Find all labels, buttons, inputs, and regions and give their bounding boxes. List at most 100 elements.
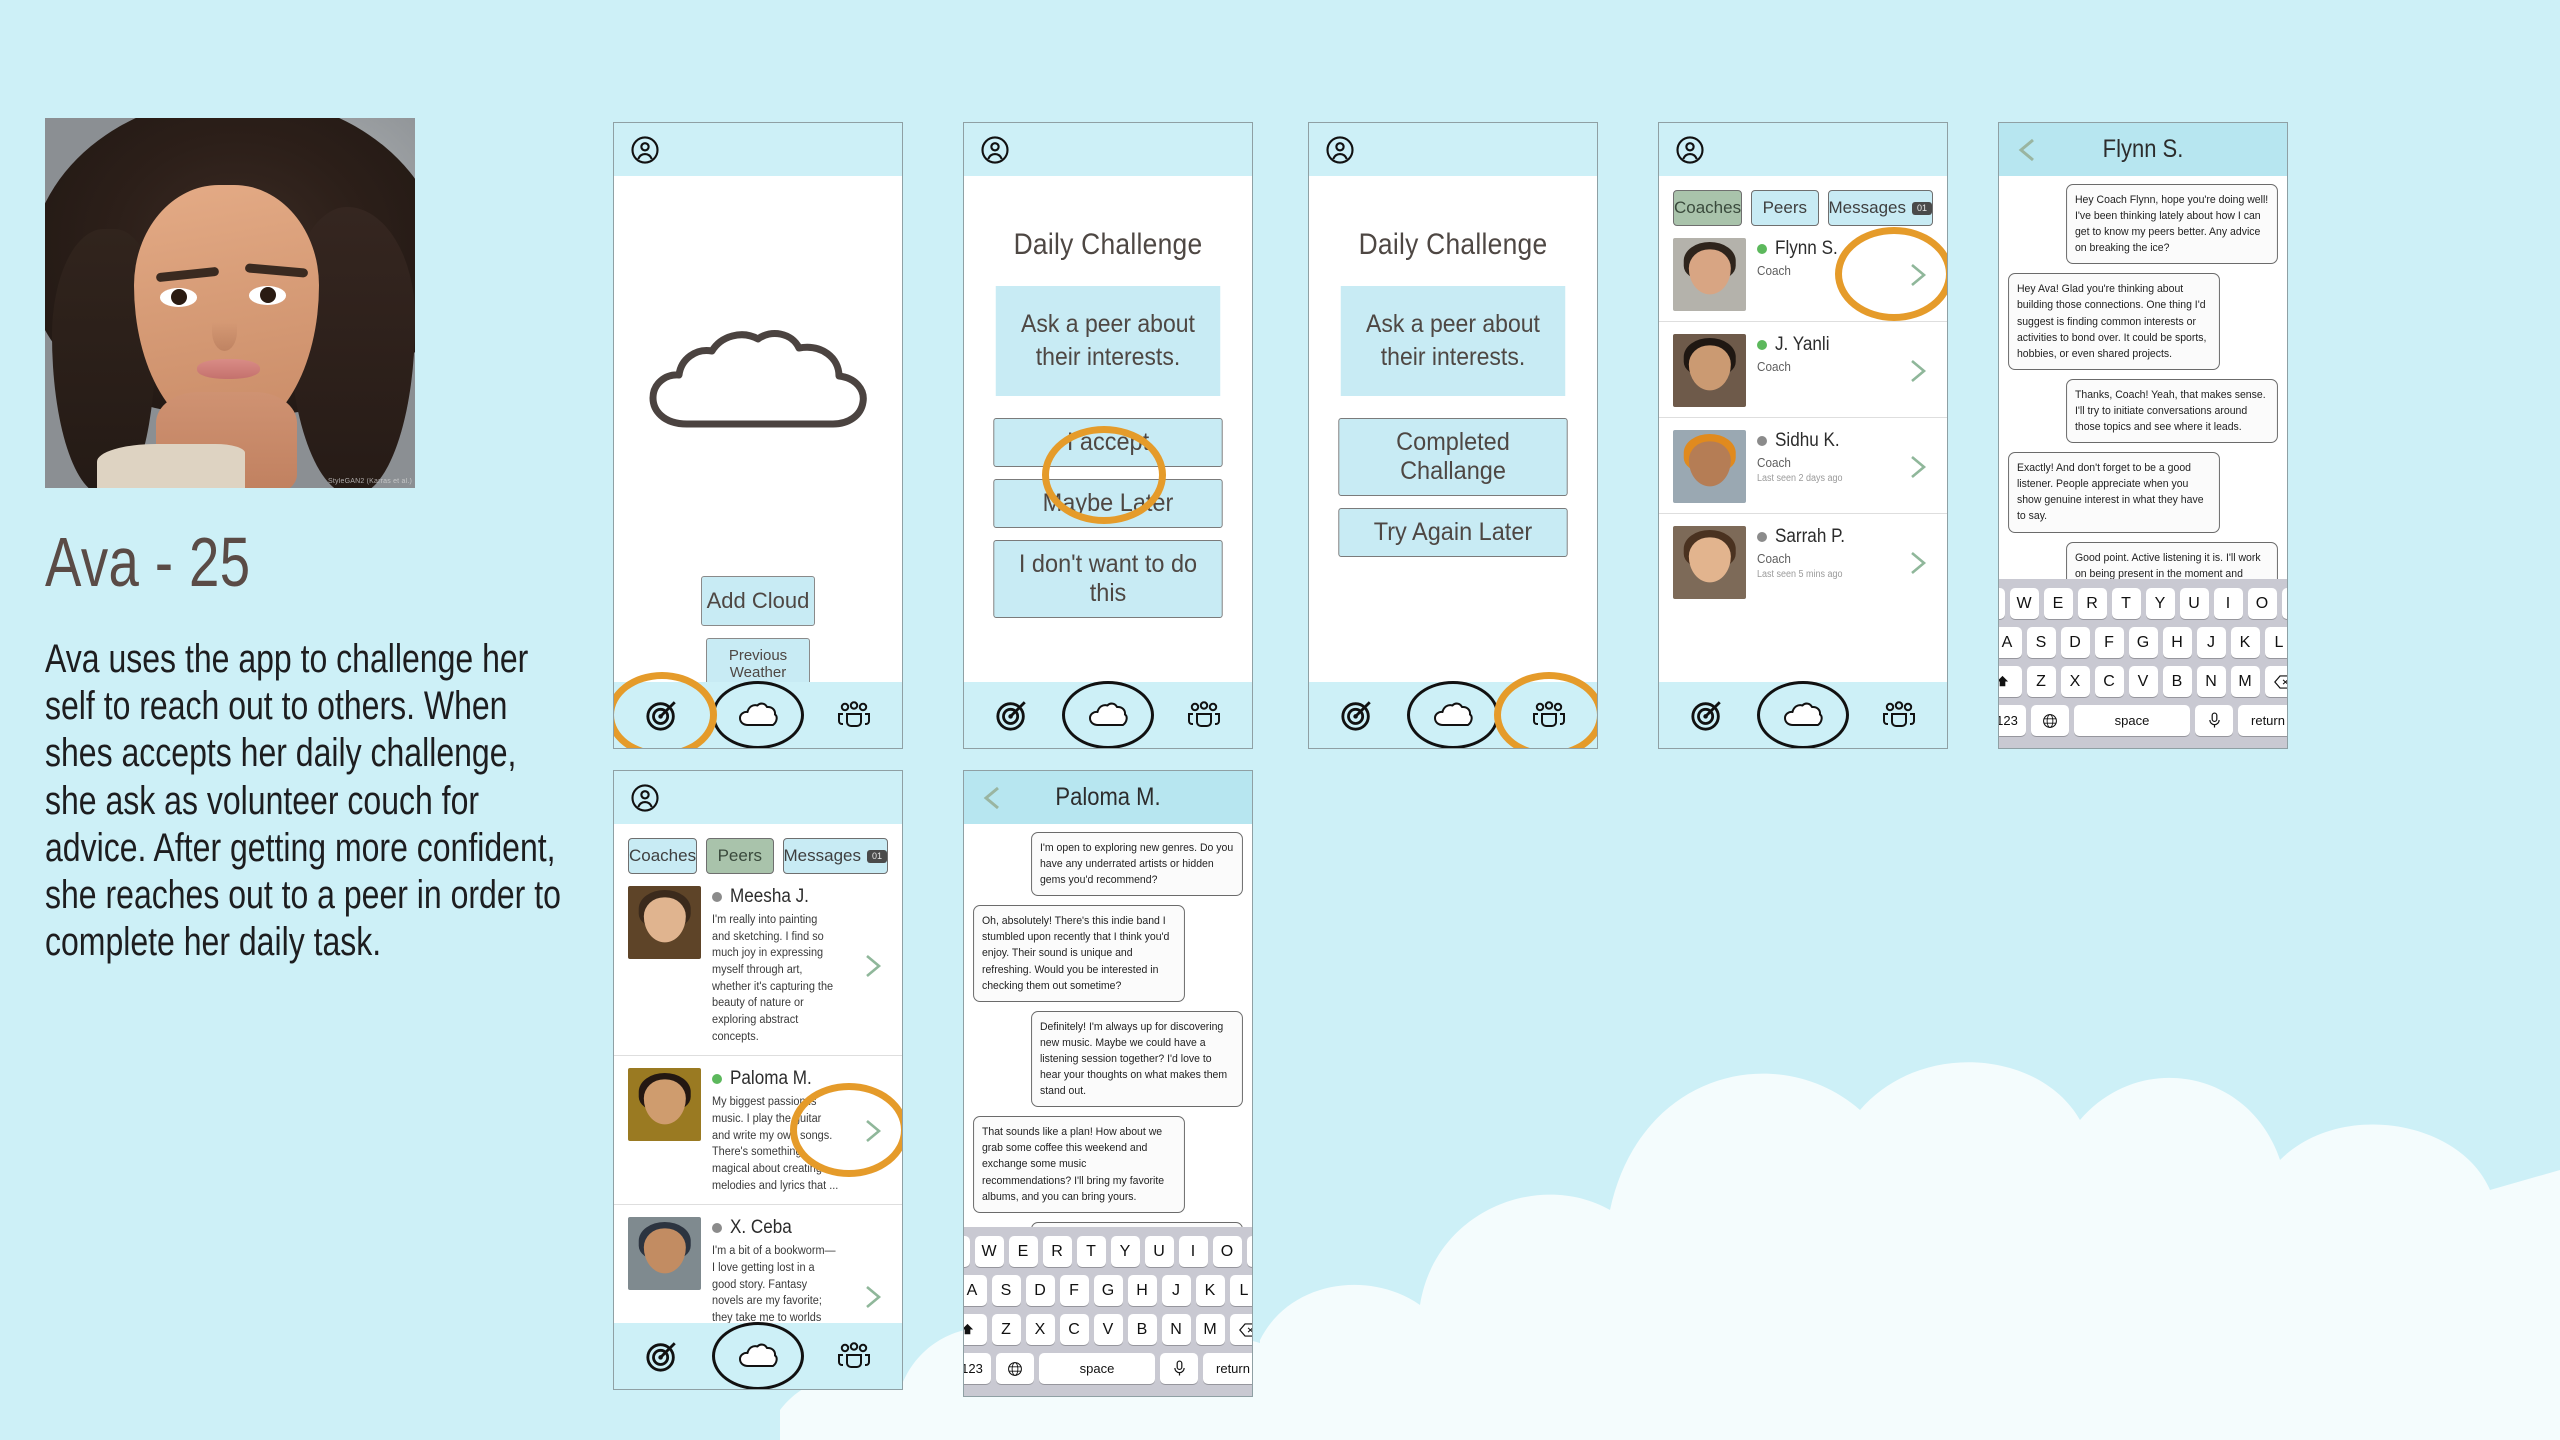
tab-messages[interactable]: Messages 01 bbox=[1827, 190, 1933, 226]
list-item[interactable]: X. Ceba I'm a bit of a bookworm—I love g… bbox=[614, 1204, 902, 1323]
nav-challenge[interactable] bbox=[640, 1334, 684, 1378]
nav-weather[interactable] bbox=[712, 1322, 804, 1389]
chevron-left-icon[interactable] bbox=[2013, 135, 2041, 165]
nav-community[interactable] bbox=[1877, 693, 1921, 737]
nav-weather[interactable] bbox=[1062, 681, 1154, 748]
shift-up-icon[interactable] bbox=[964, 1314, 987, 1345]
key-R[interactable]: R bbox=[1042, 1236, 1072, 1267]
nav-community[interactable] bbox=[1182, 693, 1226, 737]
key-P[interactable]: P bbox=[1246, 1236, 1252, 1267]
key-H[interactable]: H bbox=[2162, 627, 2192, 658]
key-V[interactable]: V bbox=[2128, 666, 2158, 697]
key-E[interactable]: E bbox=[1008, 1236, 1038, 1267]
key-I[interactable]: I bbox=[1178, 1236, 1208, 1267]
tab-peers[interactable]: Peers bbox=[706, 838, 774, 874]
microphone-icon[interactable] bbox=[2195, 705, 2233, 736]
chevron-right-icon[interactable] bbox=[856, 1282, 890, 1312]
tab-peers[interactable]: Peers bbox=[1751, 190, 1819, 226]
key-A[interactable]: A bbox=[964, 1275, 987, 1306]
key-N[interactable]: N bbox=[1161, 1314, 1191, 1345]
key-M[interactable]: M bbox=[2230, 666, 2260, 697]
globe-icon[interactable] bbox=[2031, 705, 2069, 736]
completed-challenge-button[interactable]: Completed Challange bbox=[1338, 418, 1568, 496]
backspace-icon[interactable] bbox=[2264, 666, 2287, 697]
key-N[interactable]: N bbox=[2196, 666, 2226, 697]
key-V[interactable]: V bbox=[1093, 1314, 1123, 1345]
key-C[interactable]: C bbox=[2094, 666, 2124, 697]
table-row[interactable]: Sarrah P. Coach Last seen 5 mins ago bbox=[1659, 513, 1947, 609]
shift-up-icon[interactable] bbox=[1999, 666, 2022, 697]
try-again-later-button[interactable]: Try Again Later bbox=[1338, 508, 1568, 557]
decline-button[interactable]: I don't want to do this bbox=[993, 540, 1223, 618]
key-U[interactable]: U bbox=[2179, 588, 2209, 619]
key-S[interactable]: S bbox=[2026, 627, 2056, 658]
account-circle-icon[interactable] bbox=[1675, 135, 1705, 165]
key-G[interactable]: G bbox=[1093, 1275, 1123, 1306]
nav-weather[interactable] bbox=[1757, 681, 1849, 748]
globe-icon[interactable] bbox=[996, 1353, 1034, 1384]
key-Y[interactable]: Y bbox=[1110, 1236, 1140, 1267]
key-J[interactable]: J bbox=[1161, 1275, 1191, 1306]
key-B[interactable]: B bbox=[1127, 1314, 1157, 1345]
previous-weather-button[interactable]: Previous Weather bbox=[706, 638, 810, 682]
key-O[interactable]: O bbox=[2247, 588, 2277, 619]
key-L[interactable]: L bbox=[2264, 627, 2287, 658]
key-K[interactable]: K bbox=[2230, 627, 2260, 658]
nav-challenge[interactable] bbox=[1335, 693, 1379, 737]
key-G[interactable]: G bbox=[2128, 627, 2158, 658]
key-A[interactable]: A bbox=[1999, 627, 2022, 658]
key-Q[interactable]: Q bbox=[964, 1236, 970, 1267]
key-O[interactable]: O bbox=[1212, 1236, 1242, 1267]
numbers-key[interactable]: 123 bbox=[964, 1353, 991, 1384]
numbers-key[interactable]: 123 bbox=[1999, 705, 2026, 736]
chevron-right-icon[interactable] bbox=[1901, 548, 1935, 578]
key-X[interactable]: X bbox=[2060, 666, 2090, 697]
chevron-right-icon[interactable] bbox=[1901, 356, 1935, 386]
nav-weather[interactable] bbox=[712, 681, 804, 748]
key-T[interactable]: T bbox=[2111, 588, 2141, 619]
space-key[interactable]: space bbox=[1039, 1353, 1155, 1384]
key-I[interactable]: I bbox=[2213, 588, 2243, 619]
nav-challenge[interactable] bbox=[990, 693, 1034, 737]
list-item[interactable]: Meesha J. I'm really into painting and s… bbox=[614, 874, 902, 1055]
tab-messages[interactable]: Messages 01 bbox=[782, 838, 888, 874]
key-P[interactable]: P bbox=[2281, 588, 2287, 619]
key-D[interactable]: D bbox=[2060, 627, 2090, 658]
chevron-left-icon[interactable] bbox=[978, 783, 1006, 813]
list-item[interactable]: Paloma M. My biggest passion is music. I… bbox=[614, 1055, 902, 1204]
key-X[interactable]: X bbox=[1025, 1314, 1055, 1345]
account-circle-icon[interactable] bbox=[980, 135, 1010, 165]
space-key[interactable]: space bbox=[2074, 705, 2190, 736]
nav-community[interactable] bbox=[832, 693, 876, 737]
tab-coaches[interactable]: Coaches bbox=[1673, 190, 1743, 226]
microphone-icon[interactable] bbox=[1160, 1353, 1198, 1384]
chevron-right-icon[interactable] bbox=[856, 951, 890, 981]
key-W[interactable]: W bbox=[2009, 588, 2039, 619]
tab-coaches[interactable]: Coaches bbox=[628, 838, 698, 874]
key-Z[interactable]: Z bbox=[991, 1314, 1021, 1345]
key-Y[interactable]: Y bbox=[2145, 588, 2175, 619]
nav-challenge[interactable] bbox=[614, 672, 717, 748]
account-circle-icon[interactable] bbox=[630, 135, 660, 165]
key-U[interactable]: U bbox=[1144, 1236, 1174, 1267]
key-R[interactable]: R bbox=[2077, 588, 2107, 619]
key-S[interactable]: S bbox=[991, 1275, 1021, 1306]
nav-weather[interactable] bbox=[1407, 681, 1499, 748]
return-key[interactable]: return bbox=[1203, 1353, 1252, 1384]
nav-challenge[interactable] bbox=[1685, 693, 1729, 737]
account-circle-icon[interactable] bbox=[630, 783, 660, 813]
nav-community[interactable] bbox=[832, 1334, 876, 1378]
table-row[interactable]: J. Yanli Coach bbox=[1659, 321, 1947, 417]
table-row[interactable]: Flynn S. Coach bbox=[1659, 226, 1947, 321]
key-B[interactable]: B bbox=[2162, 666, 2192, 697]
key-C[interactable]: C bbox=[1059, 1314, 1089, 1345]
nav-community[interactable] bbox=[1494, 672, 1597, 748]
return-key[interactable]: return bbox=[2238, 705, 2287, 736]
key-H[interactable]: H bbox=[1127, 1275, 1157, 1306]
key-Q[interactable]: Q bbox=[1999, 588, 2005, 619]
key-F[interactable]: F bbox=[2094, 627, 2124, 658]
key-T[interactable]: T bbox=[1076, 1236, 1106, 1267]
key-W[interactable]: W bbox=[974, 1236, 1004, 1267]
table-row[interactable]: Sidhu K. Coach Last seen 2 days ago bbox=[1659, 417, 1947, 513]
key-F[interactable]: F bbox=[1059, 1275, 1089, 1306]
